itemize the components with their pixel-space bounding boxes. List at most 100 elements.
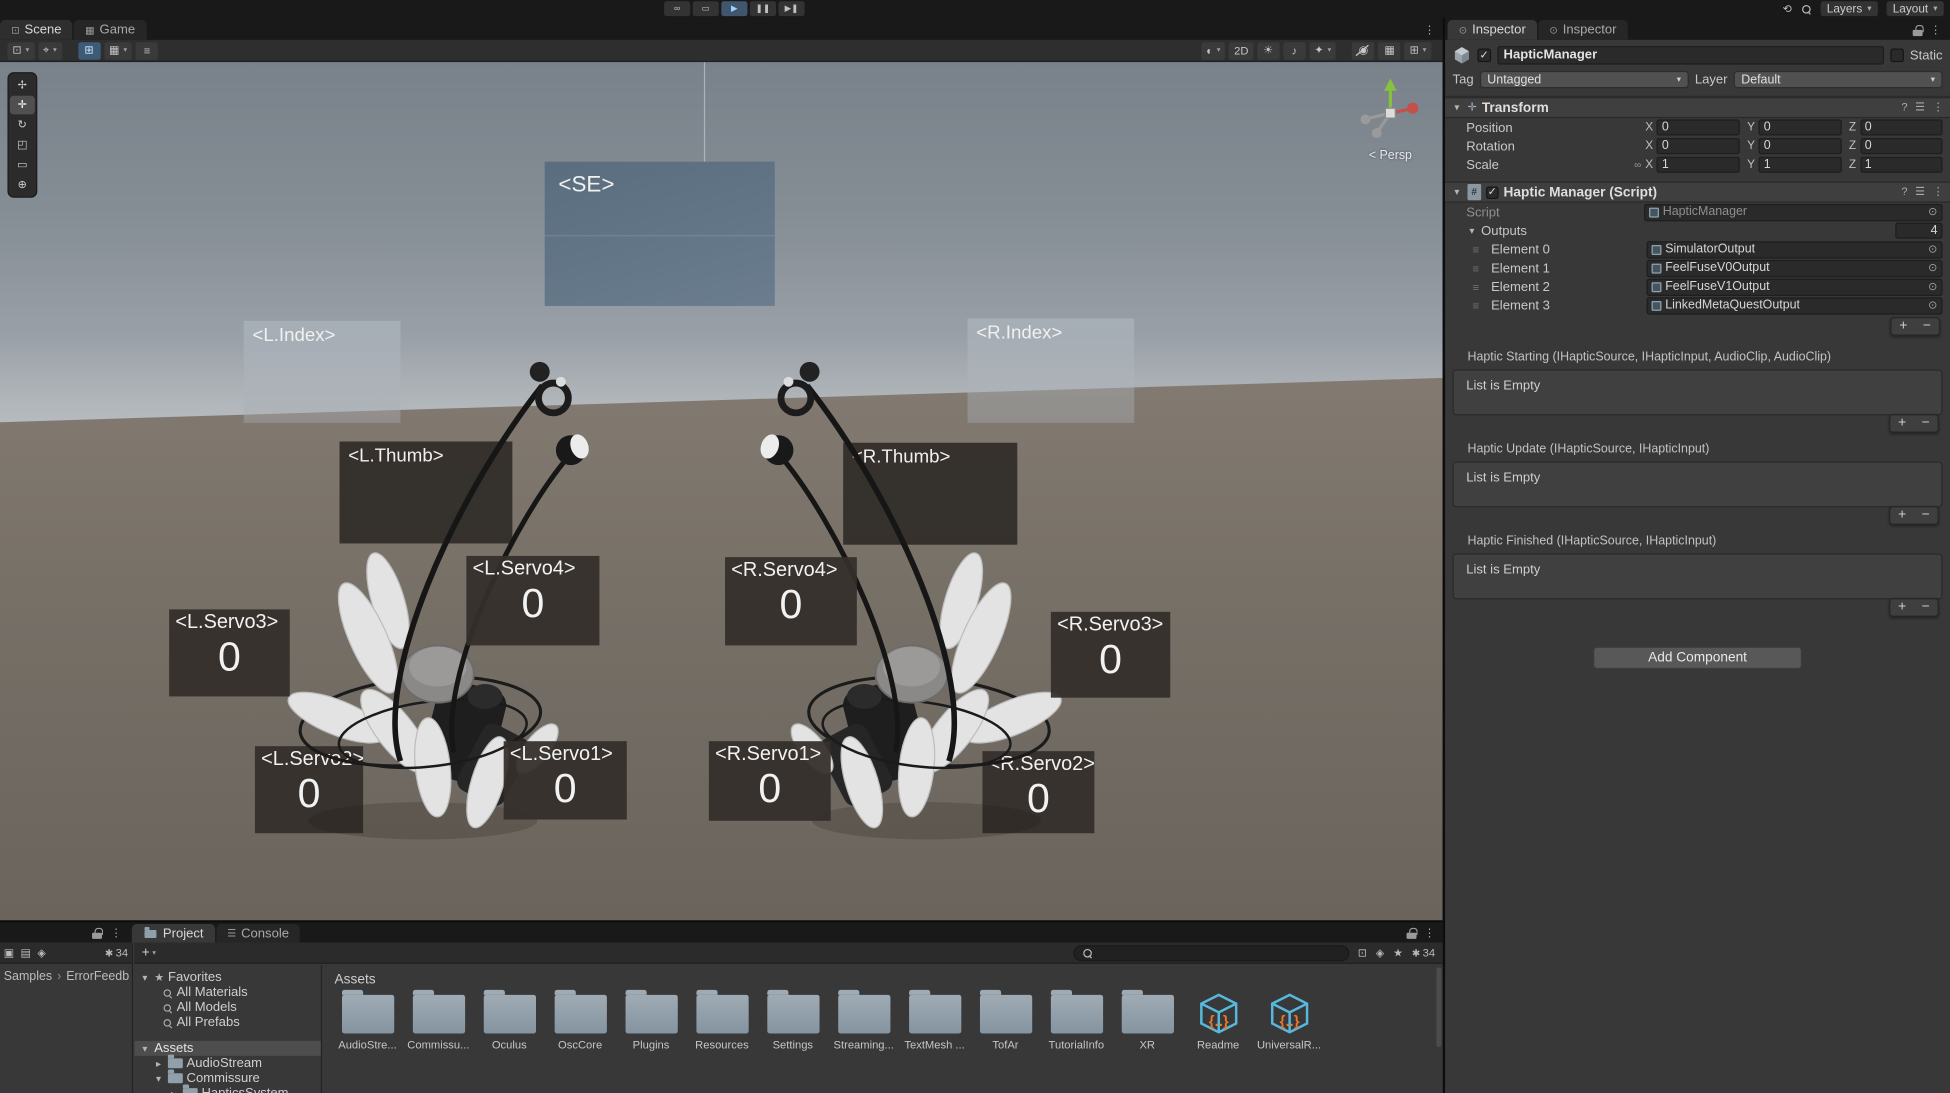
help-icon[interactable] (1901, 185, 1907, 199)
asset-package-item[interactable]: {..} Readme (1183, 990, 1254, 1051)
panel-menu-icon[interactable] (111, 926, 122, 940)
asset-folder-item[interactable]: TextMesh ... (899, 990, 970, 1051)
asset-folder-item[interactable]: TofAr (970, 990, 1041, 1051)
component-menu-icon[interactable] (1933, 101, 1944, 115)
outputs-foldout-row[interactable]: Outputs 4 (1445, 221, 1950, 240)
tree-item-hapticssystem[interactable]: HapticsSystem (134, 1086, 321, 1093)
foldout-icon[interactable] (153, 1073, 164, 1084)
layers-dropdown[interactable]: Layers (1821, 1, 1878, 16)
project-search[interactable] (1073, 945, 1349, 961)
asset-package-item[interactable]: {..} UniversalR... (1254, 990, 1325, 1051)
tree-item-commissure[interactable]: Commissure (134, 1071, 321, 1086)
tree-favorite-item[interactable]: All Models (134, 1000, 321, 1015)
pivot-mode-icon[interactable] (38, 42, 62, 59)
scale-tool-icon[interactable] (10, 136, 35, 155)
lock-icon[interactable] (1407, 927, 1417, 938)
layout-dropdown[interactable]: Layout (1887, 1, 1944, 16)
asset-folder-item[interactable]: XR (1112, 990, 1183, 1051)
tree-item-audiostream[interactable]: AudioStream (134, 1056, 321, 1071)
transform-tool-icon[interactable] (10, 175, 35, 194)
element-object-field[interactable]: FeelFuseV0Output (1647, 259, 1943, 276)
scene-view[interactable]: <SE> <L.Index> <R.Index> <L.Thumb> <R.Th… (0, 62, 1443, 920)
create-asset-button[interactable] (142, 945, 156, 960)
undo-history-icon[interactable] (1783, 2, 1792, 16)
y-value-field[interactable]: 0 (1759, 138, 1842, 154)
component-menu-icon[interactable] (1933, 185, 1944, 199)
lock-icon[interactable] (1913, 24, 1923, 35)
array-size-field[interactable]: 4 (1895, 223, 1942, 239)
hand-tool-icon[interactable] (10, 76, 35, 95)
asset-folder-item[interactable]: TutorialInfo (1041, 990, 1112, 1051)
one-column-layout-icon[interactable] (4, 946, 15, 960)
search-by-label-icon[interactable] (1376, 946, 1385, 960)
save-search-icon[interactable] (1393, 946, 1403, 960)
element-object-field[interactable]: FeelFuseV1Output (1647, 278, 1943, 295)
gizmos-dropdown-icon[interactable] (1405, 42, 1432, 59)
asset-folder-item[interactable]: OscCore (545, 990, 616, 1051)
haptic-manager-header[interactable]: Haptic Manager (Script) (1445, 182, 1950, 203)
z-value-field[interactable]: 0 (1860, 119, 1943, 135)
tab-scene[interactable]: Scene (0, 20, 73, 40)
pause-button[interactable] (750, 1, 776, 16)
foldout-icon[interactable] (139, 972, 150, 983)
scale-link-icon[interactable] (1634, 159, 1641, 170)
foldout-icon[interactable] (168, 1088, 179, 1093)
magnet-snap-icon[interactable] (136, 42, 158, 59)
add-listener-button[interactable] (1890, 599, 1914, 615)
asset-folder-item[interactable]: Oculus (474, 990, 545, 1051)
foldout-icon[interactable] (139, 1043, 150, 1054)
scene-orientation-gizmo[interactable] (1354, 75, 1426, 147)
layer-dropdown[interactable]: Default (1734, 71, 1943, 88)
add-component-button[interactable]: Add Component (1593, 647, 1802, 669)
search-by-type-icon[interactable] (1358, 946, 1367, 960)
scrollbar[interactable] (1436, 968, 1441, 1048)
audio-toggle-icon[interactable] (1283, 42, 1305, 59)
help-icon[interactable] (1901, 101, 1907, 115)
tree-assets-root[interactable]: Assets (134, 1041, 321, 1056)
grid-snap-icon[interactable] (78, 42, 100, 59)
breadcrumb-item[interactable]: Samples (4, 970, 66, 984)
component-enabled-checkbox[interactable] (1486, 186, 1498, 198)
asset-folder-item[interactable]: Plugins (616, 990, 687, 1051)
play-button[interactable] (721, 1, 747, 16)
foldout-icon[interactable] (153, 1058, 164, 1069)
object-picker-icon[interactable] (1928, 261, 1937, 275)
rotate-tool-icon[interactable] (10, 116, 35, 135)
drag-handle-icon[interactable] (1472, 261, 1487, 276)
meta-link-icon[interactable] (664, 1, 690, 16)
drag-handle-icon[interactable] (1472, 242, 1487, 257)
x-value-field[interactable]: 0 (1657, 119, 1740, 135)
lighting-toggle-icon[interactable] (1257, 42, 1279, 59)
x-value-field[interactable]: 1 (1657, 157, 1740, 173)
element-object-field[interactable]: LinkedMetaQuestOutput (1647, 297, 1943, 314)
search-icon[interactable] (1801, 3, 1812, 14)
presets-icon[interactable] (1915, 101, 1925, 115)
2d-toggle[interactable]: 2D (1229, 42, 1253, 59)
asset-folder-item[interactable]: AudioStre... (332, 990, 403, 1051)
asset-folder-item[interactable]: Commissu... (403, 990, 474, 1051)
active-checkbox[interactable] (1477, 49, 1491, 63)
y-value-field[interactable]: 1 (1759, 157, 1842, 173)
transform-header[interactable]: Transform (1445, 97, 1950, 118)
tree-favorites[interactable]: Favorites (134, 970, 321, 985)
element-object-field[interactable]: SimulatorOutput (1647, 241, 1943, 258)
add-element-button[interactable] (1892, 318, 1916, 334)
foldout-icon[interactable] (1466, 225, 1477, 236)
step-button[interactable] (779, 1, 805, 16)
foldout-icon[interactable] (1451, 102, 1462, 113)
add-listener-button[interactable] (1890, 507, 1914, 523)
tab-console[interactable]: Console (216, 924, 300, 943)
tab-game[interactable]: Game (74, 20, 146, 40)
scene-panel-menu-icon[interactable] (1424, 23, 1435, 37)
tab-project[interactable]: Project (132, 924, 215, 943)
effects-toggle-icon[interactable] (1309, 42, 1336, 59)
tag-dropdown[interactable]: Untagged (1480, 71, 1689, 88)
scene-visibility-icon[interactable] (1352, 42, 1374, 59)
drag-handle-icon[interactable] (1472, 298, 1487, 313)
tab-inspector-2[interactable]: Inspector (1538, 20, 1627, 40)
remove-listener-button[interactable] (1914, 599, 1938, 615)
z-value-field[interactable]: 1 (1860, 157, 1943, 173)
project-search-input[interactable] (1098, 946, 1341, 960)
object-picker-icon[interactable] (1928, 298, 1937, 312)
draw-mode-icon[interactable] (1201, 42, 1225, 59)
